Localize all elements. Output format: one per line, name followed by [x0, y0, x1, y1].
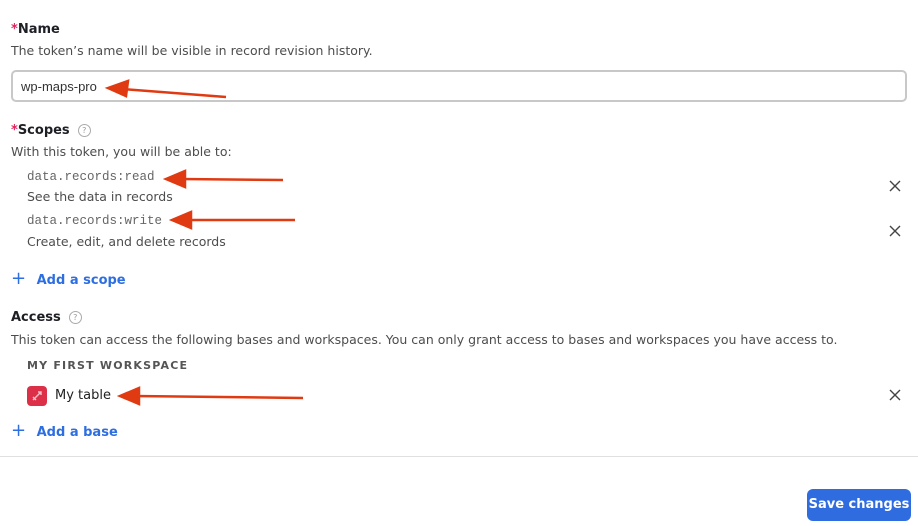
annotation-arrows: [104, 79, 304, 406]
annotation-arrowhead: [162, 169, 187, 189]
annotation-arrowhead: [116, 386, 141, 406]
annotation-arrow: [133, 394, 304, 400]
annotation-arrowhead: [168, 210, 193, 230]
annotation-arrow: [179, 177, 284, 182]
annotation-arrow: [121, 87, 227, 99]
annotation-arrowhead: [104, 79, 130, 98]
